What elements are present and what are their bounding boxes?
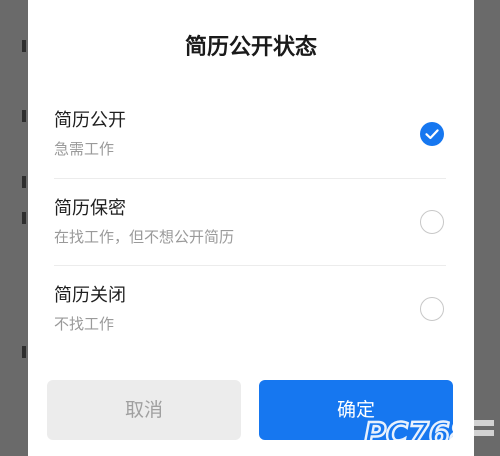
background-edge-mark: [22, 40, 26, 52]
cancel-button[interactable]: 取消: [47, 380, 241, 440]
background-edge-mark: [22, 110, 26, 122]
option-description: 急需工作: [54, 140, 115, 158]
option-description: 不找工作: [54, 315, 115, 333]
empty-circle-icon[interactable]: [420, 210, 444, 234]
option-label: 简历公开: [54, 110, 126, 131]
background-edge-mark: [22, 212, 26, 224]
check-circle-icon[interactable]: [420, 122, 444, 146]
dialog-title: 简历公开状态: [184, 35, 317, 60]
svg-text:PC768: PC768: [364, 417, 471, 452]
empty-circle-icon[interactable]: [420, 297, 444, 321]
option-resume-closed[interactable]: 简历关闭 不找工作: [54, 283, 446, 369]
option-divider: [54, 265, 446, 266]
background-edge-mark: [22, 176, 26, 188]
option-resume-public[interactable]: 简历公开 急需工作: [54, 108, 446, 194]
option-divider: [54, 178, 446, 179]
option-resume-private[interactable]: 简历保密 在找工作，但不想公开简历: [54, 196, 446, 282]
option-description: 在找工作，但不想公开简历: [54, 228, 235, 246]
option-label: 简历关闭: [54, 285, 126, 306]
pc768-watermark-logo: PC768: [363, 416, 494, 453]
option-label: 简历保密: [54, 198, 126, 219]
resume-status-dialog: 简历公开状态 简历公开 急需工作 简历保密 在找工作，但不想公开简历 简历关闭 …: [28, 0, 474, 456]
background-edge-mark: [22, 346, 26, 358]
